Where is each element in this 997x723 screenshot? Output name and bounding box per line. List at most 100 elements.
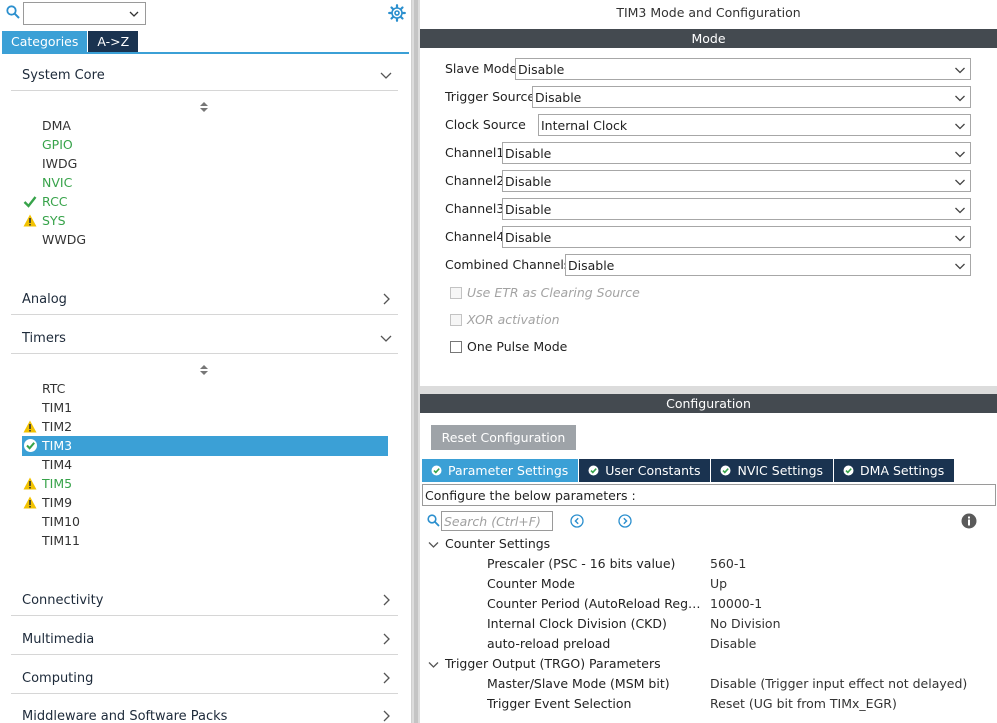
use-etr-checkbox[interactable] — [450, 287, 462, 299]
channel2-select[interactable]: Disable — [502, 170, 971, 192]
clock-source-select[interactable]: Internal Clock — [538, 114, 971, 136]
tab-parameter-settings[interactable]: Parameter Settings — [422, 459, 579, 482]
tree-item-tim5[interactable]: TIM5 — [22, 474, 388, 493]
warning-icon — [23, 496, 37, 509]
combined-channels-select[interactable]: Disable — [565, 254, 971, 276]
section-timers[interactable]: Timers — [11, 328, 398, 354]
chevron-down-icon[interactable] — [128, 8, 140, 20]
chevron-right-icon[interactable] — [380, 633, 392, 645]
chevron-down-icon — [955, 207, 965, 214]
tab-a-z[interactable]: A->Z — [88, 31, 139, 52]
tab-nvic-settings[interactable]: NVIC Settings — [711, 459, 834, 482]
tree-item-wwdg[interactable]: WWDG — [22, 230, 388, 249]
checkmark-icon — [23, 196, 37, 208]
tree-item-nvic[interactable]: NVIC — [22, 173, 388, 192]
param-row-master-slave-mode[interactable]: Master/Slave Mode (MSM bit) Disable (Tri… — [420, 675, 997, 695]
chevron-down-icon[interactable] — [380, 332, 392, 344]
param-row-auto-reload-preload[interactable]: auto-reload preload Disable — [420, 635, 997, 655]
tree-item-iwdg[interactable]: IWDG — [22, 154, 388, 173]
section-connectivity[interactable]: Connectivity — [11, 590, 398, 616]
slave-mode-select[interactable]: Disable — [515, 58, 971, 80]
chevron-down-icon[interactable] — [428, 539, 439, 550]
sort-arrows-icon[interactable] — [199, 101, 209, 113]
param-row-counter-period[interactable]: Counter Period (AutoReload Register - 16… — [420, 595, 997, 615]
param-row-clock-division[interactable]: Internal Clock Division (CKD) No Divisio… — [420, 615, 997, 635]
section-label: System Core — [22, 68, 105, 83]
gear-icon[interactable] — [388, 4, 406, 22]
search-icon[interactable] — [6, 5, 20, 19]
tab-user-constants[interactable]: User Constants — [579, 459, 711, 482]
chevron-down-icon[interactable] — [380, 69, 392, 81]
chevron-right-icon[interactable] — [380, 710, 392, 722]
chevron-right-icon[interactable] — [380, 293, 392, 305]
section-system-core[interactable]: System Core — [11, 65, 398, 91]
search-icon[interactable] — [427, 514, 440, 527]
categories-panel: Categories A->Z System Core DMA GPIO IWD… — [0, 0, 411, 723]
reset-configuration-button[interactable]: Reset Configuration — [431, 425, 576, 450]
chevron-down-icon — [955, 123, 965, 130]
tab-dma-settings[interactable]: DMA Settings — [834, 459, 955, 482]
check-circle-icon — [843, 465, 854, 476]
tree-item-rtc[interactable]: RTC — [22, 379, 388, 398]
section-splitter[interactable] — [420, 386, 997, 394]
section-analog[interactable]: Analog — [11, 289, 398, 315]
tree-item-tim11[interactable]: TIM11 — [22, 531, 388, 550]
param-row-counter-mode[interactable]: Counter Mode Up — [420, 575, 997, 595]
tree-item-tim4[interactable]: TIM4 — [22, 455, 388, 474]
warning-icon — [23, 477, 37, 490]
section-label: Timers — [22, 331, 66, 346]
splitter-grip[interactable] — [414, 0, 418, 723]
tree-item-tim10[interactable]: TIM10 — [22, 512, 388, 531]
tree-item-sys[interactable]: SYS — [22, 211, 388, 230]
xor-activation-label: XOR activation — [467, 312, 560, 327]
category-tabs: Categories A->Z — [2, 31, 139, 52]
tree-item-tim9[interactable]: TIM9 — [22, 493, 388, 512]
one-pulse-mode-checkbox[interactable] — [450, 341, 462, 353]
one-pulse-mode-label: One Pulse Mode — [467, 339, 568, 354]
section-middleware[interactable]: Middleware and Software Packs — [11, 706, 398, 723]
tab-categories[interactable]: Categories — [2, 31, 88, 52]
warning-icon — [23, 214, 37, 227]
mode-band: Mode — [420, 29, 997, 48]
previous-match-icon[interactable] — [570, 514, 584, 528]
sort-arrows-icon[interactable] — [199, 364, 209, 376]
chevron-down-icon — [955, 235, 965, 242]
trigger-source-select[interactable]: Disable — [532, 86, 971, 108]
channel1-label: Channel1 — [445, 145, 505, 160]
param-row-trigger-event-selection[interactable]: Trigger Event Selection Reset (UG bit fr… — [420, 695, 997, 715]
trigger-source-label: Trigger Source — [445, 89, 536, 104]
chevron-down-icon — [955, 179, 965, 186]
chevron-down-icon — [955, 95, 965, 102]
tree-item-tim2[interactable]: TIM2 — [22, 417, 388, 436]
pane-splitter[interactable] — [411, 0, 420, 723]
section-computing[interactable]: Computing — [11, 668, 398, 694]
info-icon[interactable] — [961, 513, 977, 529]
chevron-down-icon — [955, 151, 965, 158]
check-circle-icon — [588, 465, 599, 476]
tree-item-gpio[interactable]: GPIO — [22, 135, 388, 154]
category-search-combo[interactable] — [23, 2, 146, 25]
chevron-right-icon[interactable] — [380, 594, 392, 606]
chevron-down-icon[interactable] — [428, 659, 439, 670]
section-label: Analog — [22, 292, 67, 307]
channel3-select[interactable]: Disable — [502, 198, 971, 220]
combined-channels-label: Combined Channels — [445, 257, 571, 272]
next-match-icon[interactable] — [618, 514, 632, 528]
parameter-search-input[interactable]: Search (Ctrl+F) — [441, 511, 553, 531]
section-multimedia[interactable]: Multimedia — [11, 629, 398, 655]
section-label: Multimedia — [22, 632, 95, 647]
section-label: Connectivity — [22, 593, 104, 608]
tree-item-dma[interactable]: DMA — [22, 116, 388, 135]
tree-item-tim3[interactable]: TIM3 — [22, 436, 388, 456]
warning-icon — [23, 420, 37, 433]
tree-item-rcc[interactable]: RCC — [22, 192, 388, 211]
param-row-prescaler[interactable]: Prescaler (PSC - 16 bits value) 560-1 — [420, 555, 997, 575]
section-label: Computing — [22, 671, 94, 686]
channel2-label: Channel2 — [445, 173, 505, 188]
tree-item-tim1[interactable]: TIM1 — [22, 398, 388, 417]
chevron-right-icon[interactable] — [380, 672, 392, 684]
panel-title: TIM3 Mode and Configuration — [616, 5, 801, 20]
channel1-select[interactable]: Disable — [502, 142, 971, 164]
xor-activation-checkbox[interactable] — [450, 314, 462, 326]
channel4-select[interactable]: Disable — [502, 226, 971, 248]
